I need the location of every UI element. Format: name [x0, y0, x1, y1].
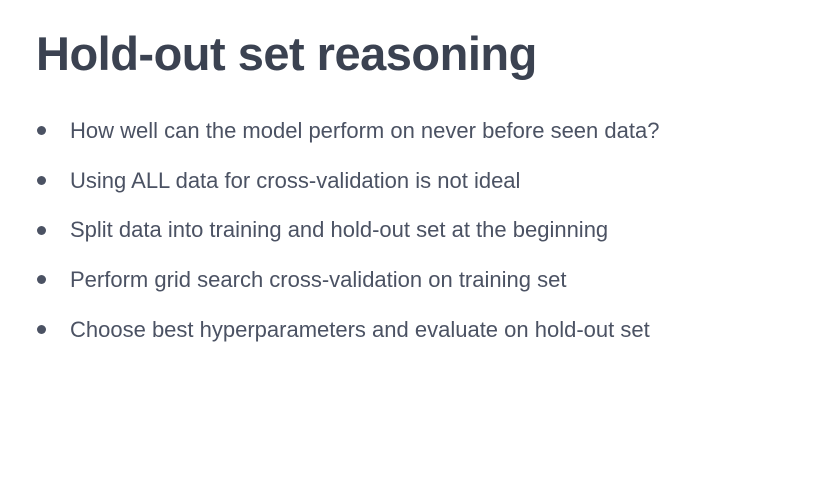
bullet-dot-icon [37, 325, 46, 335]
bullet-dot-icon [37, 126, 46, 136]
bullet-item: Perform grid search cross-validation on … [36, 255, 659, 305]
bullet-text: Choose best hyperparameters and evaluate… [70, 316, 650, 342]
bullet-item: Choose best hyperparameters and evaluate… [36, 305, 659, 355]
bullet-text: Split data into training and hold-out se… [70, 217, 609, 243]
bullet-text: Perform grid search cross-validation on … [70, 266, 567, 292]
bullet-dot-icon [37, 275, 46, 285]
bullet-text: Using ALL data for cross-validation is n… [70, 167, 521, 193]
bullet-text: How well can the model perform on never … [70, 117, 660, 143]
slide: Hold-out set reasoning How well can the … [0, 0, 835, 500]
slide-title: Hold-out set reasoning [36, 27, 537, 80]
bullet-item: Using ALL data for cross-validation is n… [36, 156, 659, 206]
bullet-list: How well can the model perform on never … [36, 106, 659, 354]
bullet-dot-icon [37, 176, 46, 186]
bullet-dot-icon [37, 225, 46, 235]
bullet-item: Split data into training and hold-out se… [36, 205, 659, 255]
bullet-item: How well can the model perform on never … [36, 106, 659, 156]
